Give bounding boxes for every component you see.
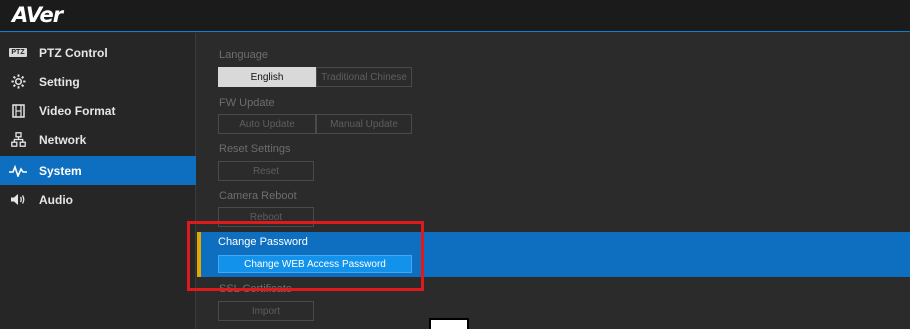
top-bar: AVer [0, 0, 910, 32]
reset-settings-label: Reset Settings [219, 143, 291, 155]
sidebar: PTZ PTZ Control Setting Video Format Net… [0, 33, 196, 329]
sidebar-item-setting[interactable]: Setting [0, 67, 196, 96]
speaker-icon [7, 193, 29, 206]
reset-button[interactable]: Reset [218, 161, 314, 181]
sidebar-item-audio[interactable]: Audio [0, 185, 196, 214]
sidebar-item-video-format[interactable]: Video Format [0, 96, 196, 125]
sidebar-item-ptz-control[interactable]: PTZ PTZ Control [0, 38, 196, 67]
sidebar-item-label: PTZ Control [39, 45, 108, 60]
sidebar-item-network[interactable]: Network [0, 125, 196, 154]
fw-update-label: FW Update [219, 97, 275, 109]
sidebar-item-label: Video Format [39, 103, 116, 118]
pointer-box [429, 318, 469, 329]
auto-update-button[interactable]: Auto Update [218, 114, 316, 134]
sidebar-item-label: Network [39, 132, 87, 147]
sidebar-item-label: System [39, 163, 82, 178]
language-label: Language [219, 49, 268, 61]
pulse-icon [7, 164, 29, 177]
language-english-button[interactable]: English [218, 67, 316, 87]
film-icon [7, 103, 29, 118]
language-traditional-chinese-button[interactable]: Traditional Chinese [316, 67, 412, 87]
ptz-icon: PTZ [9, 48, 27, 57]
import-button[interactable]: Import [218, 301, 314, 321]
camera-reboot-label: Camera Reboot [219, 190, 297, 202]
gear-icon [7, 74, 29, 89]
manual-update-button[interactable]: Manual Update [316, 114, 412, 134]
highlight-box [187, 221, 424, 291]
network-icon [7, 132, 29, 147]
sidebar-item-system[interactable]: System [0, 156, 196, 185]
sidebar-item-label: Audio [39, 192, 73, 207]
sidebar-item-label: Setting [39, 74, 80, 89]
aver-logo: AVer [12, 3, 63, 27]
